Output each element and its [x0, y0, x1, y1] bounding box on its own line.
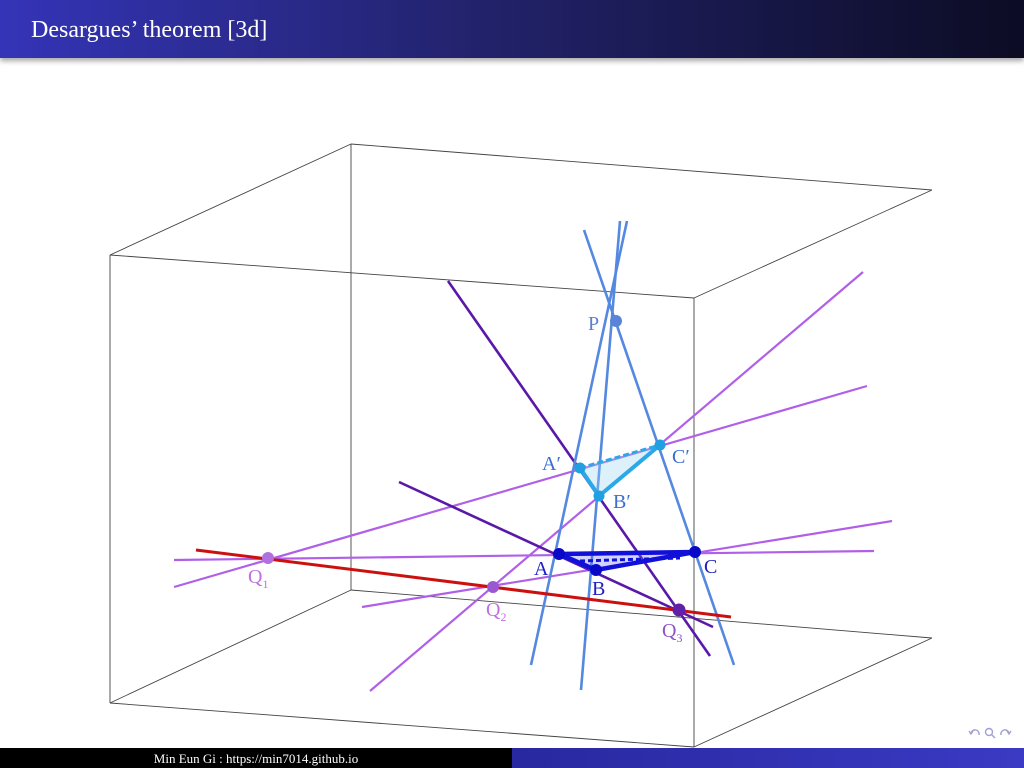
point-b	[590, 564, 602, 576]
label-b-prime: B′	[613, 491, 631, 513]
line-q1-a-prime-c-prime	[173, 384, 868, 589]
desargues-3d-figure: P A′ B′ C′ A B C Q1 Q2 Q3	[109, 143, 933, 748]
point-a-prime	[574, 462, 586, 474]
footer-author-panel: Min Eun Gi : https://min7014.github.io	[0, 748, 512, 768]
label-c-prime: C′	[672, 446, 690, 468]
point-a	[553, 548, 565, 560]
slide-footer: Min Eun Gi : https://min7014.github.io	[0, 748, 1024, 768]
point-q1	[262, 552, 274, 564]
label-p: P	[588, 313, 599, 335]
point-q2	[487, 581, 499, 593]
point-b-prime	[593, 490, 605, 502]
footer-right-panel	[512, 748, 1024, 768]
footer-author-text: Min Eun Gi : https://min7014.github.io	[153, 751, 359, 766]
slide-navigation[interactable]	[968, 724, 1020, 742]
triangle-a-prime-b-prime-c-prime	[578, 443, 662, 498]
undo-icon[interactable]	[968, 726, 980, 740]
redo-icon[interactable]	[998, 726, 1012, 740]
search-icon[interactable]	[983, 726, 996, 740]
label-a: A	[534, 558, 549, 580]
label-q3: Q3	[662, 620, 682, 645]
label-a-prime: A′	[542, 453, 561, 475]
label-c: C	[704, 556, 717, 578]
triangle-abc	[558, 549, 696, 573]
label-q1: Q1	[248, 566, 268, 591]
point-q3	[672, 603, 686, 617]
label-b: B	[592, 578, 605, 600]
point-c	[689, 546, 701, 558]
point-p	[610, 315, 622, 327]
bounding-box	[109, 143, 933, 748]
point-c-prime	[654, 439, 666, 451]
side-lines-light	[173, 271, 893, 692]
